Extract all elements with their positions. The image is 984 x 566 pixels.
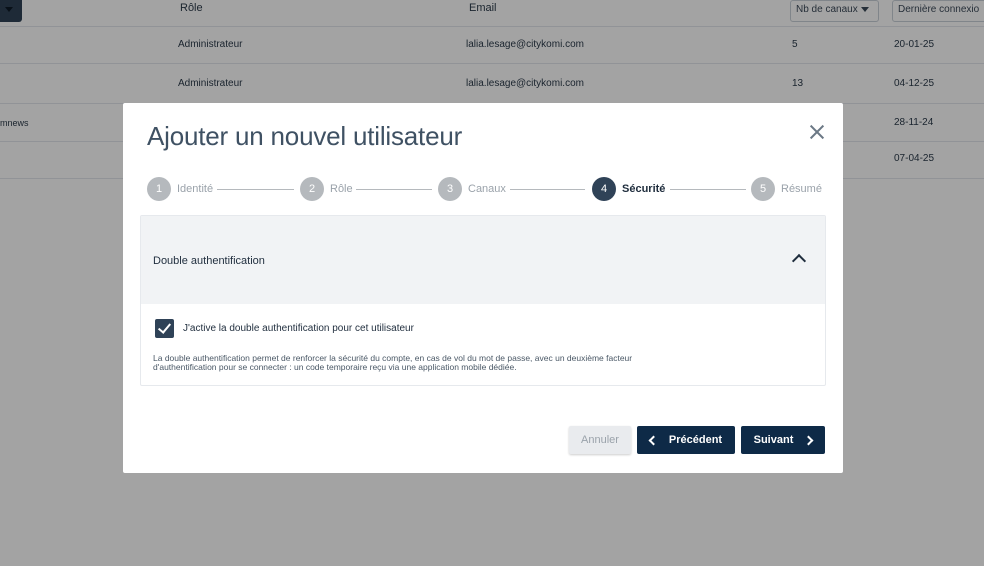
step-connector	[356, 189, 432, 190]
cancel-button[interactable]: Annuler	[569, 426, 631, 454]
step-label: Identité	[177, 183, 214, 195]
step-number: 5	[751, 177, 775, 201]
two-factor-checkbox-label[interactable]: J'active la double authentification pour…	[183, 323, 414, 334]
step-securite[interactable]: 4 Sécurité	[592, 177, 665, 201]
close-icon[interactable]	[806, 121, 828, 143]
two-factor-checkbox[interactable]	[155, 319, 174, 338]
step-number: 1	[147, 177, 171, 201]
help-line: d'authentification pour se connecter : u…	[153, 362, 517, 372]
step-connector	[217, 189, 294, 190]
next-button[interactable]: Suivant	[741, 426, 825, 454]
step-resume[interactable]: 5 Résumé	[751, 177, 822, 201]
next-button-label: Suivant	[753, 434, 794, 446]
step-identite[interactable]: 1 Identité	[147, 177, 213, 201]
two-factor-help-text: La double authentification permet de ren…	[153, 354, 713, 372]
chevron-up-icon	[791, 253, 807, 269]
step-number: 3	[438, 177, 462, 201]
stepper: 1 Identité 2 Rôle 3 Canaux 4 Sécurité 5 …	[147, 177, 822, 201]
chevron-left-icon	[648, 435, 659, 445]
step-label: Résumé	[781, 183, 822, 195]
step-connector	[510, 189, 585, 190]
panel-title: Double authentification	[153, 255, 265, 267]
two-factor-panel: Double authentification J'active la doub…	[140, 215, 826, 386]
step-number: 4	[592, 177, 616, 201]
step-label: Rôle	[330, 183, 353, 195]
step-label: Sécurité	[622, 183, 666, 195]
two-factor-panel-header[interactable]: Double authentification	[141, 216, 825, 304]
chevron-right-icon	[803, 435, 814, 445]
add-user-modal: Ajouter un nouvel utilisateur 1 Identité…	[123, 103, 843, 473]
step-role[interactable]: 2 Rôle	[300, 177, 353, 201]
step-canaux[interactable]: 3 Canaux	[438, 177, 506, 201]
step-label: Canaux	[468, 183, 506, 195]
previous-button-label: Précédent	[668, 434, 723, 446]
modal-title: Ajouter un nouvel utilisateur	[147, 121, 463, 151]
step-number: 2	[300, 177, 324, 201]
previous-button[interactable]: Précédent	[637, 426, 735, 454]
step-connector	[670, 189, 746, 190]
